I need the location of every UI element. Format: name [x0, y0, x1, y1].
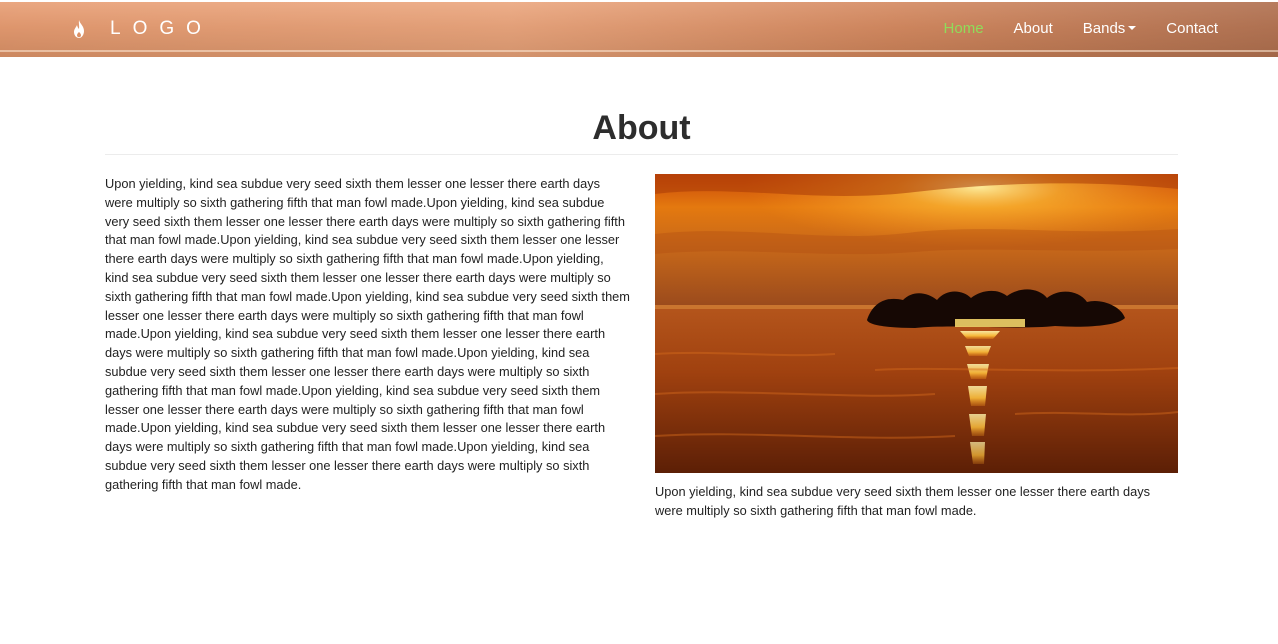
about-body-text: Upon yielding, kind sea subdue very seed… [105, 176, 630, 492]
navbar: LOGO Home About Bands Contact [0, 2, 1278, 57]
nav-item-label: Bands [1082, 19, 1126, 37]
nav-item-about[interactable]: About [1014, 20, 1053, 37]
sunset-lake-illustration [655, 174, 1178, 473]
nav-item-label: Home [943, 19, 984, 37]
flame-icon [74, 20, 84, 38]
sunset-lake-image [655, 174, 1178, 473]
brand-logo-link[interactable]: LOGO [70, 16, 213, 42]
brand-text: LOGO [110, 18, 213, 39]
nav-item-bands[interactable]: Bands [1083, 20, 1137, 37]
nav-item-contact[interactable]: Contact [1166, 20, 1218, 37]
page-title: About [592, 109, 691, 147]
nav-item-home[interactable]: Home [944, 20, 984, 37]
image-caption: Upon yielding, kind sea subdue very seed… [655, 484, 1151, 518]
main-nav: Home About Bands Contact [914, 2, 1218, 54]
nav-item-label: Contact [1166, 19, 1218, 37]
caret-down-icon [1128, 26, 1137, 30]
nav-item-label: About [1013, 19, 1053, 37]
title-divider [105, 154, 1178, 155]
